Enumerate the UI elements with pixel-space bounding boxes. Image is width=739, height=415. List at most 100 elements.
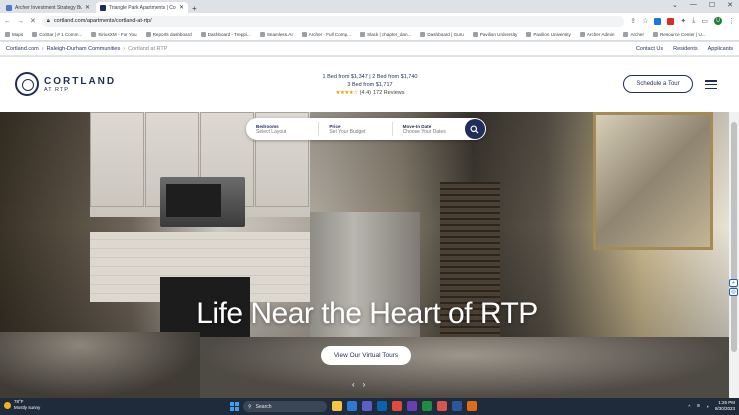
taskbar-app-icon[interactable] — [407, 401, 417, 411]
bookmark-item[interactable]: Archer — [623, 32, 644, 37]
site-top-nav: Cortland.com › Raleigh-Durham Communitie… — [0, 42, 739, 56]
price-placeholder: Set Your Budget — [329, 128, 366, 135]
bookmark-item[interactable]: Slack | chapter_dan... — [360, 32, 411, 37]
chevron-up-icon[interactable]: ^ — [688, 404, 690, 409]
menu-kebab-icon[interactable]: ⋮ — [728, 17, 735, 25]
chevron-down-icon[interactable]: ⌄ — [672, 1, 678, 9]
puzzle-icon[interactable]: ✦ — [680, 17, 686, 25]
bookmarks-bar: Maps CoStar | # 1 Comm... SiriusXM - For… — [0, 29, 739, 41]
hero-photo-louver-door — [440, 182, 500, 362]
breadcrumb-current: Cortland at RTP — [128, 45, 168, 52]
tab-favicon-icon — [100, 4, 106, 11]
reload-icon[interactable]: ✕ — [30, 17, 36, 25]
window-controls: ⌄ — ☐ ✕ — [672, 1, 733, 9]
download-icon[interactable]: ⤓ — [692, 17, 695, 25]
maximize-icon[interactable]: ☐ — [709, 1, 715, 9]
virtual-tours-button[interactable]: View Our Virtual Tours — [321, 346, 411, 365]
weather-widget[interactable]: 78°F Mostly sunny — [4, 399, 40, 411]
taskbar-app-icon[interactable] — [467, 401, 477, 411]
bookmark-item[interactable]: Maps — [5, 32, 23, 37]
taskbar-app-icon[interactable] — [392, 401, 402, 411]
logo-brand: CORTLAND — [44, 75, 117, 87]
bookmark-item[interactable]: Dashboard - Treppi... — [200, 32, 251, 37]
reviews-link[interactable]: 172 Reviews — [373, 89, 405, 97]
search-button[interactable] — [464, 119, 485, 139]
taskbar-app-icon[interactable] — [332, 401, 342, 411]
move-in-date-select[interactable]: Move-In Date Choose Your Dates — [393, 122, 465, 136]
breadcrumb: Cortland.com › Raleigh-Durham Communitie… — [6, 46, 167, 52]
extension-icon[interactable] — [654, 17, 662, 25]
applicants-link[interactable]: Applicants — [708, 46, 733, 52]
logo-subtitle: AT RTP — [44, 86, 69, 93]
bookmark-item[interactable]: CoStar | # 1 Comm... — [32, 32, 82, 37]
residents-link[interactable]: Residents — [673, 46, 697, 52]
close-window-icon[interactable]: ✕ — [727, 1, 733, 9]
bookmark-item[interactable]: Pavilion University — [526, 32, 571, 37]
volume-icon[interactable]: ◖ — [706, 404, 709, 409]
new-tab-button[interactable]: + — [192, 4, 197, 13]
scrollbar-thumb[interactable] — [731, 122, 737, 352]
close-icon[interactable]: ✕ — [85, 4, 90, 11]
browser-toolbar: ← → ✕ 🔒︎ cortland.com/apartments/cortlan… — [0, 13, 739, 29]
bedrooms-select[interactable]: Bedrooms Select Layout — [246, 122, 320, 136]
profile-avatar[interactable]: U — [714, 17, 722, 25]
bookmark-item[interactable]: SiriusXM - For You — [91, 32, 137, 37]
breadcrumb-region[interactable]: Raleigh-Durham Communities — [47, 46, 121, 52]
hamburger-menu-icon[interactable] — [705, 80, 717, 89]
taskbar-app-icon[interactable] — [347, 401, 357, 411]
hero-headline: Life Near the Heart of RTP — [196, 297, 538, 330]
price-select[interactable]: Price Set Your Budget — [319, 122, 393, 136]
taskbar-apps — [332, 401, 477, 411]
pricing-summary: 1 Bed from $1,347 | 2 Bed from $1,740 3 … — [290, 73, 450, 97]
apartment-search-bar: Bedrooms Select Layout Price Set Your Bu… — [246, 118, 486, 140]
widget-target-icon[interactable]: ◎ — [729, 288, 738, 296]
contact-us-link[interactable]: Contact Us — [636, 46, 663, 52]
hero-photo-counter — [200, 337, 729, 398]
tab-title: Triangle Park Apartments | Cort — [109, 4, 176, 11]
carousel-controls: ‹ › — [352, 380, 365, 389]
address-bar[interactable]: 🔒︎ cortland.com/apartments/cortland-at-r… — [41, 15, 625, 27]
sun-icon — [4, 401, 11, 409]
schedule-tour-button[interactable]: Schedule a Tour — [623, 75, 693, 93]
hero-photo-microwave — [160, 177, 245, 227]
pricing-line-1: 1 Bed from $1,347 | 2 Bed from $1,740 — [322, 74, 418, 80]
wifi-icon[interactable]: ≋ — [696, 403, 700, 409]
bookmark-item[interactable]: Reports dashboard — [145, 32, 192, 37]
browser-tab-cortland[interactable]: Triangle Park Apartments | Cort ✕ — [96, 2, 188, 13]
taskbar-app-icon[interactable] — [437, 401, 447, 411]
close-icon[interactable]: ✕ — [179, 4, 184, 11]
move-in-placeholder: Choose Your Dates — [402, 128, 446, 135]
search-icon — [470, 124, 479, 134]
taskbar-search-placeholder: Search — [255, 403, 272, 410]
bookmark-item[interactable]: Archer Admin — [579, 32, 614, 37]
taskbar-search[interactable]: ⚲ Search — [243, 401, 327, 412]
clock[interactable]: 1:26 PM 8/30/2023 — [715, 400, 735, 412]
taskbar-app-icon[interactable] — [452, 401, 462, 411]
bookmark-item[interactable]: Pavilion University — [472, 32, 517, 37]
bookmark-item[interactable]: Seamless.AI — [259, 32, 293, 37]
widget-plus-icon[interactable]: + — [729, 279, 738, 287]
browser-tab-archer[interactable]: Archer Investment Strategy Build ✕ — [2, 2, 94, 13]
forward-icon[interactable]: → — [17, 18, 24, 25]
back-icon[interactable]: ← — [4, 18, 11, 25]
taskbar-app-icon[interactable] — [362, 401, 372, 411]
sidepanel-icon[interactable]: ▭ — [701, 17, 708, 25]
star-rating-icon: ★★★★☆ — [335, 90, 359, 96]
bookmark-item[interactable]: Resource Center | U... — [652, 32, 706, 37]
hero-photo-counter-left — [0, 332, 200, 398]
cortland-logo[interactable]: CORTLAND AT RTP — [15, 72, 116, 96]
extension-icon[interactable] — [667, 17, 675, 25]
carousel-next-icon[interactable]: › — [363, 380, 366, 389]
rating-row[interactable]: ★★★★☆ (4.4) 172 Reviews — [290, 89, 450, 97]
breadcrumb-home[interactable]: Cortland.com — [6, 46, 39, 52]
taskbar-app-icon[interactable] — [377, 401, 387, 411]
share-icon[interactable]: ⇪ — [630, 17, 636, 25]
windows-start-icon[interactable] — [230, 402, 239, 411]
bookmark-item[interactable]: Archer - Full Comp... — [301, 32, 351, 37]
carousel-prev-icon[interactable]: ‹ — [352, 380, 355, 389]
bookmark-item[interactable]: Dashboard | Guru — [420, 32, 464, 37]
page-scrollbar[interactable] — [729, 112, 739, 398]
taskbar-app-icon[interactable] — [422, 401, 432, 411]
minimize-icon[interactable]: — — [690, 1, 697, 9]
bookmark-star-icon[interactable]: ☆ — [642, 17, 648, 25]
